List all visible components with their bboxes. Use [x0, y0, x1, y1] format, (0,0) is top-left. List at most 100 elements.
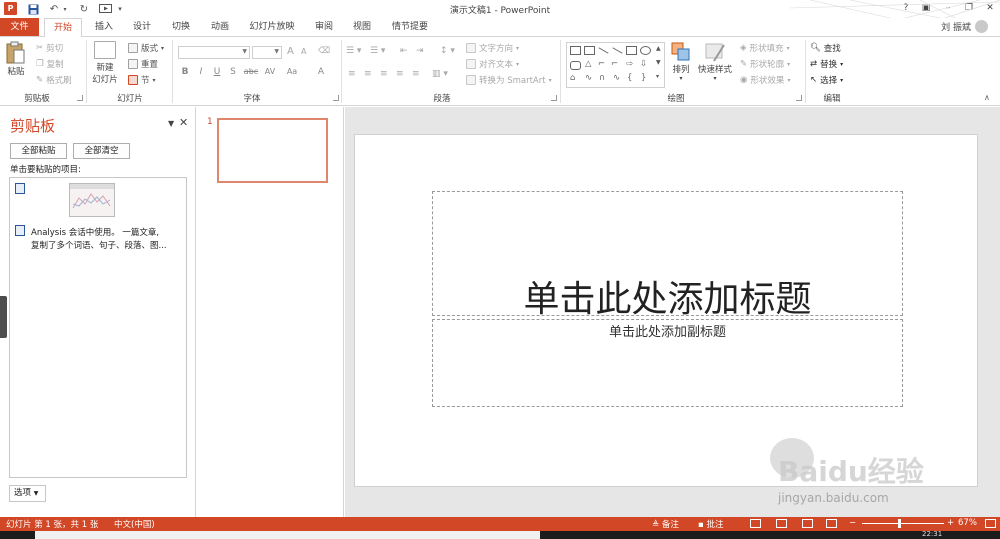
save-icon[interactable] [26, 2, 40, 16]
tab-view[interactable]: 视图 [346, 18, 378, 36]
curve-shape-icon[interactable]: ∿ [585, 73, 592, 83]
ribbon-display-options-icon[interactable]: ▣ [918, 1, 934, 15]
select-button[interactable]: ↖ 选择 ▾ [810, 74, 843, 86]
clipboard-item-text[interactable]: Analysis 会话中使用。 一篇文章, [31, 226, 159, 238]
arrow-line-shape-icon[interactable] [612, 47, 623, 54]
format-painter-button[interactable]: ✎ 格式刷 [36, 74, 72, 86]
align-center-icon[interactable]: ≡ [364, 69, 372, 79]
strikethrough-button[interactable]: abc [242, 67, 260, 76]
cut-button[interactable]: ✂ 剪切 [36, 42, 63, 54]
normal-view-icon[interactable] [750, 519, 761, 528]
tab-insert[interactable]: 插入 [88, 18, 120, 36]
rectangle-shape-icon[interactable] [626, 46, 637, 55]
align-left-icon[interactable]: ≡ [348, 69, 356, 79]
decrease-indent-icon[interactable]: ⇤ [400, 46, 408, 56]
distributed-icon[interactable]: ≡ [412, 69, 420, 79]
copy-button[interactable]: ❐ 复制 [36, 58, 64, 70]
brace-shape-icon[interactable]: { [627, 73, 632, 83]
justify-icon[interactable]: ≡ [396, 69, 404, 79]
start-from-beginning-icon[interactable] [98, 2, 112, 16]
shape-fill-button[interactable]: ◈ 形状填充 ▾ [740, 42, 790, 54]
clipboard-launcher-icon[interactable] [77, 95, 83, 101]
pane-close-icon[interactable]: ✕ [179, 116, 188, 129]
reset-button[interactable]: 重置 [128, 58, 158, 70]
paragraph-launcher-icon[interactable] [551, 95, 557, 101]
clipboard-item-list[interactable]: Analysis 会话中使用。 一篇文章, 复制了多个词语、句子、段落、图... [9, 177, 187, 478]
tab-slideshow[interactable]: 幻灯片放映 [244, 18, 300, 36]
side-handle[interactable] [0, 296, 7, 338]
restore-icon[interactable]: ❐ [961, 1, 977, 15]
bullets-icon[interactable]: ☰ ▾ [346, 46, 361, 56]
textbox-shape-icon[interactable] [570, 46, 581, 55]
smartart-button[interactable]: 转换为 SmartArt ▾ [466, 74, 552, 86]
gallery-down-icon[interactable]: ▼ [656, 59, 661, 66]
align-right-icon[interactable]: ≡ [380, 69, 388, 79]
customize-toolbar-icon[interactable]: ▾ [116, 2, 124, 16]
shapes-gallery[interactable]: △ ⌐ ⌐ ⇨ ⇩ ⌂ ∿ ∩ ∿ { } ▲ ▼ ▾ [566, 42, 665, 88]
bold-button[interactable]: B [178, 67, 192, 77]
zoom-in-icon[interactable]: + [947, 518, 954, 528]
down-arrow-shape-icon[interactable]: ⇩ [640, 59, 647, 69]
tab-design[interactable]: 设计 [126, 18, 158, 36]
gallery-more-icon[interactable]: ▾ [656, 73, 659, 80]
line-spacing-icon[interactable]: ↕ ▾ [440, 46, 455, 56]
language-status[interactable]: 中文(中国) [114, 518, 155, 530]
fit-slide-icon[interactable] [985, 519, 996, 528]
zoom-level[interactable]: 67% [958, 518, 977, 528]
clear-formatting-button[interactable]: ⌫ [318, 46, 330, 56]
clipboard-item-text[interactable]: 复制了多个词语、句子、段落、图... [31, 239, 167, 251]
pane-options-chevron-icon[interactable]: ▼ [168, 119, 174, 128]
zoom-slider[interactable] [862, 523, 944, 524]
gallery-up-icon[interactable]: ▲ [656, 45, 661, 52]
rounded-rect-shape-icon[interactable] [570, 61, 581, 70]
arrange-button[interactable]: 排列 ▾ [670, 41, 692, 82]
collapse-ribbon-icon[interactable]: ∧ [984, 93, 990, 102]
slide-sorter-view-icon[interactable] [776, 519, 787, 528]
replace-button[interactable]: ⇄ 替换 ▾ [810, 58, 843, 70]
paste-all-button[interactable]: 全部粘贴 [10, 143, 67, 159]
new-slide-button[interactable]: 新建 幻灯片 [90, 41, 120, 85]
zoom-slider-thumb[interactable] [898, 519, 901, 528]
layout-button[interactable]: 版式 ▾ [128, 42, 164, 54]
user-account[interactable]: 刘 振斌 [941, 20, 988, 33]
tab-animations[interactable]: 动画 [204, 18, 236, 36]
minimize-icon[interactable]: – [940, 1, 956, 15]
columns-icon[interactable]: ▥ ▾ [432, 69, 448, 79]
slide-canvas[interactable]: 单击此处添加标题 单击此处添加副标题 [354, 134, 978, 487]
tab-storyboarding[interactable]: 情节提要 [386, 18, 434, 36]
tab-transitions[interactable]: 切换 [165, 18, 197, 36]
line-shape-icon[interactable] [598, 47, 609, 54]
clipboard-item-image[interactable] [69, 183, 115, 217]
elbow-connector-icon[interactable]: ⌐ [598, 59, 605, 69]
help-icon[interactable]: ? [898, 1, 914, 15]
clear-all-button[interactable]: 全部清空 [73, 143, 130, 159]
triangle-shape-icon[interactable]: △ [585, 59, 592, 69]
grow-font-button[interactable]: A [287, 46, 294, 57]
powerpoint-app-icon[interactable]: P [4, 2, 17, 15]
paste-button[interactable]: 粘贴 [6, 41, 26, 77]
options-button[interactable]: 选项 ▼ [9, 485, 46, 502]
freeform-shape-icon[interactable]: ∩ [599, 73, 605, 83]
font-color-button[interactable]: A [314, 67, 328, 77]
right-brace-shape-icon[interactable]: } [641, 73, 646, 83]
italic-button[interactable]: I [194, 67, 208, 77]
change-case-button[interactable]: Aa [284, 67, 300, 76]
increase-indent-icon[interactable]: ⇥ [416, 46, 424, 56]
text-shadow-button[interactable]: S [226, 67, 240, 77]
shape-outline-button[interactable]: ✎ 形状轮廓 ▾ [740, 58, 790, 70]
subtitle-placeholder[interactable]: 单击此处添加副标题 [432, 319, 903, 407]
reading-view-icon[interactable] [802, 519, 813, 528]
flowchart-shape-icon[interactable]: ⌂ [570, 73, 575, 83]
scribble-shape-icon[interactable]: ∿ [613, 73, 620, 83]
align-text-button[interactable]: 对齐文本 ▾ [466, 58, 519, 70]
zoom-out-icon[interactable]: − [849, 518, 856, 528]
notes-button[interactable]: ≜ 备注 [652, 518, 679, 530]
find-button[interactable]: 🔍︎ 查找 [810, 42, 841, 54]
vertical-textbox-shape-icon[interactable] [584, 46, 595, 55]
tab-review[interactable]: 审阅 [308, 18, 340, 36]
redo-icon[interactable]: ↻ [78, 2, 90, 16]
slideshow-view-icon[interactable] [826, 519, 837, 528]
comments-button[interactable]: ▪ 批注 [698, 518, 723, 530]
font-name-dropdown[interactable]: ▼ [178, 46, 250, 59]
text-direction-button[interactable]: 文字方向 ▾ [466, 42, 519, 54]
